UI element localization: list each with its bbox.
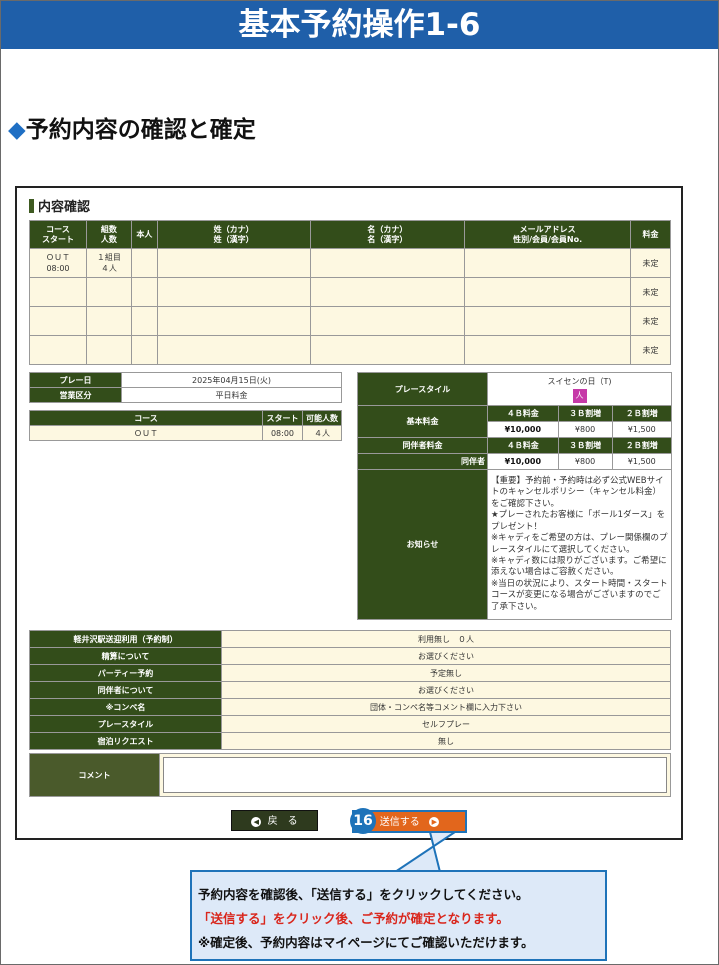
- instruction-callout: 予約内容を確認後、「送信する」をクリックしてください。 「送信する」をクリック後…: [190, 870, 607, 961]
- callout-line-2: 「送信する」をクリック後、ご予約が確定となります。: [198, 911, 509, 926]
- step-number-badge: 16: [350, 808, 376, 834]
- callout-line-1: 予約内容を確認後、「送信する」をクリックしてください。: [198, 887, 529, 902]
- callout-line-3: ※確定後、予約内容はマイページにてご確認いただけます。: [198, 935, 534, 950]
